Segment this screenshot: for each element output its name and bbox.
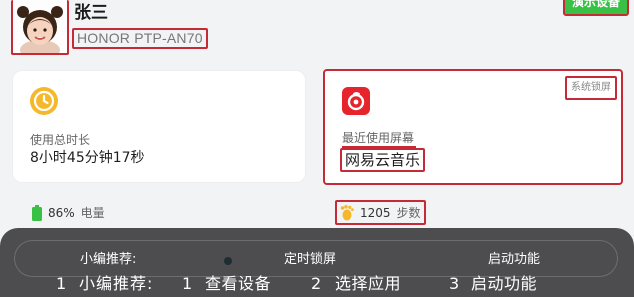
- system-lock-tag[interactable]: 系统锁屏: [565, 76, 617, 100]
- step-number: 1: [182, 274, 193, 293]
- battery-icon: [32, 204, 42, 221]
- steps-unit: 步数: [396, 206, 421, 220]
- steps-stat: 1205 步数: [335, 200, 426, 225]
- clock-icon: [30, 87, 58, 115]
- step-number: 3: [449, 274, 460, 293]
- step-number: 2: [311, 274, 322, 293]
- step-title-timed-lock[interactable]: 定时锁屏: [284, 251, 336, 268]
- recent-app-name: 网易云音乐: [340, 148, 426, 172]
- battery-stat: 86% 电量: [32, 204, 105, 221]
- child-avatar-icon: [13, 0, 67, 53]
- steps-value: 1205: [360, 205, 391, 220]
- device-dashboard: 张三 HONOR PTP-AN70 演示设备 使用总时长 8小时45分钟17秒 …: [0, 0, 634, 297]
- usage-time-card[interactable]: 使用总时长 8小时45分钟17秒: [12, 70, 306, 183]
- step-label: 小编推荐:: [79, 274, 154, 293]
- usage-time-label: 使用总时长: [30, 133, 91, 147]
- netease-music-icon: [342, 87, 370, 115]
- demo-device-button[interactable]: 演示设备: [563, 0, 629, 16]
- recent-screen-label: 最近使用屏幕: [342, 130, 417, 148]
- onboarding-steps-caption: 1 小编推荐: 1 查看设备 2 选择应用 3 启动功能: [0, 272, 634, 297]
- battery-value: 86%: [48, 205, 75, 220]
- step-title-recommend[interactable]: 小编推荐:: [80, 251, 136, 268]
- step-label: 选择应用: [335, 274, 402, 293]
- step-title-start-function[interactable]: 启动功能: [488, 251, 540, 268]
- step-label: 启动功能: [471, 274, 538, 293]
- avatar[interactable]: [11, 0, 69, 55]
- usage-time-value: 8小时45分钟17秒: [30, 150, 145, 166]
- step-number: 1: [56, 274, 67, 293]
- footprint-icon: [340, 204, 354, 220]
- battery-unit: 电量: [80, 206, 105, 220]
- recent-app-card[interactable]: 系统锁屏 最近使用屏幕 网易云音乐: [323, 69, 623, 185]
- user-name: 张三: [74, 3, 108, 23]
- step-indicator-dot: [224, 257, 232, 265]
- device-model-label: HONOR PTP-AN70: [72, 28, 208, 49]
- step-label: 查看设备: [205, 274, 272, 293]
